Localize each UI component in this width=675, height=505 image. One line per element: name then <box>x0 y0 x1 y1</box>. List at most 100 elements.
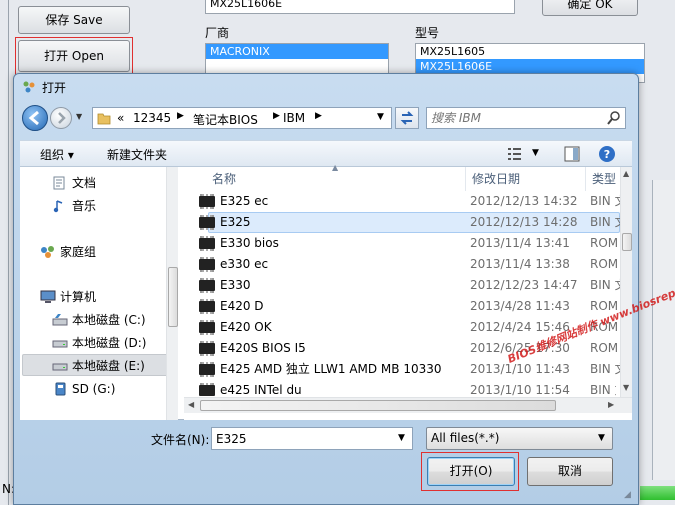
bg-model-combo-value: MX25L1606E <box>210 0 283 10</box>
search-icon <box>607 111 620 125</box>
horizontal-scrollbar-thumb[interactable] <box>200 400 556 411</box>
chip-file-icon <box>199 194 215 209</box>
file-row[interactable]: E325 ec 2012/12/13 14:32 BIN 文 <box>196 191 627 212</box>
address-navigation-bar: ▼ « 12345 ▶ 笔记本BIOS ▶ IBM ▶ ▼ <box>22 104 630 134</box>
file-type-filter[interactable]: All files(*.*) ▼ <box>426 427 613 450</box>
scroll-left-icon[interactable]: ◀ <box>188 400 194 409</box>
refresh-button[interactable] <box>395 107 419 129</box>
file-type: ROM <box>590 257 619 271</box>
sort-ascending-icon: ▲ <box>332 163 339 172</box>
nav-homegroup[interactable]: 家庭组 <box>40 242 96 262</box>
new-folder-button[interactable]: 新建文件夹 <box>107 146 167 163</box>
address-bar[interactable]: « 12345 ▶ 笔记本BIOS ▶ IBM ▶ ▼ <box>92 107 392 129</box>
forward-button[interactable] <box>50 107 72 129</box>
file-date: 2012/12/23 14:47 <box>470 278 578 292</box>
preview-pane-icon[interactable] <box>564 146 580 162</box>
file-row[interactable]: e330 ec 2013/11/4 13:38 ROM <box>196 254 619 275</box>
file-scrollbar-thumb[interactable] <box>622 233 632 251</box>
back-button[interactable] <box>22 105 48 131</box>
filename-dropdown-icon[interactable]: ▼ <box>398 433 405 443</box>
file-name: e425 INTel du <box>220 383 302 396</box>
nav-scrollbar[interactable] <box>166 167 178 420</box>
open-button-highlight <box>421 452 519 491</box>
file-row[interactable]: E330 2012/12/23 14:47 BIN 文 <box>196 275 627 296</box>
nav-drive-d[interactable]: 本地磁盘 (D:) <box>52 333 146 353</box>
breadcrumb-ibm[interactable]: IBM <box>283 111 305 125</box>
file-name: E330 bios <box>220 236 279 250</box>
chip-file-icon <box>199 362 215 377</box>
bg-model-item[interactable]: MX25L1605 <box>416 44 644 59</box>
dialog-content: 文档 音乐 家庭组 计算机 本地磁盘 (C:) 本地磁盘 (D:) 本地磁盘 (… <box>20 163 632 420</box>
filename-input[interactable] <box>216 430 386 447</box>
nav-drive-e[interactable]: 本地磁盘 (E:) <box>52 356 145 376</box>
nav-scrollbar-thumb[interactable] <box>168 267 178 327</box>
bg-vendor-label: 厂商 <box>205 26 230 40</box>
bg-model-label: 型号 <box>415 26 440 40</box>
chip-file-icon <box>199 383 215 396</box>
file-date: 2013/4/28 11:43 <box>470 299 570 313</box>
chip-file-icon <box>199 299 215 314</box>
file-type-filter-value: All files(*.*) <box>431 431 500 445</box>
bg-confirm-button[interactable]: 确定 OK <box>542 0 638 16</box>
search-box[interactable] <box>426 107 626 129</box>
music-icon <box>52 199 68 213</box>
breadcrumb-12345[interactable]: 12345 <box>133 111 171 125</box>
file-date: 2013/11/4 13:41 <box>470 236 570 250</box>
view-options-icon[interactable] <box>508 147 524 161</box>
bg-model-item-selected[interactable]: MX25L1606E <box>416 59 644 74</box>
file-row-selected[interactable]: E325 2012/12/13 14:28 BIN 文 <box>196 212 627 233</box>
cancel-button[interactable]: 取消 <box>527 457 613 486</box>
computer-icon <box>40 290 56 304</box>
file-name: E420S BIOS I5 <box>220 341 306 355</box>
open-file-dialog: 打开 ▼ « 12345 ▶ 笔记本BIOS ▶ IBM ▶ ▼ 搜索 IBM … <box>13 73 639 505</box>
organize-menu[interactable]: 组织 ▾ <box>40 146 74 163</box>
file-type: ROM <box>590 236 619 250</box>
bg-vendor-item[interactable]: MACRONIX <box>206 44 388 59</box>
nav-computer-label: 计算机 <box>60 290 97 304</box>
scroll-down-icon[interactable]: ▼ <box>623 383 629 392</box>
filename-combo[interactable]: ▼ <box>211 427 413 450</box>
nav-drive-c[interactable]: 本地磁盘 (C:) <box>52 310 146 330</box>
resize-grip-icon[interactable]: ◢ <box>624 490 631 500</box>
file-type: BIN 文 <box>590 383 616 396</box>
file-name: E420 D <box>220 299 264 313</box>
nav-drive-c-label: 本地磁盘 (C:) <box>72 313 146 327</box>
view-dropdown-icon[interactable]: ▼ <box>532 148 539 158</box>
nav-music[interactable]: 音乐 <box>52 196 96 216</box>
file-vertical-scrollbar[interactable]: ▲ ▼ <box>620 167 632 397</box>
search-input[interactable] <box>431 110 601 126</box>
nav-documents[interactable]: 文档 <box>52 173 96 193</box>
column-header-date[interactable]: 修改日期 <box>466 167 586 191</box>
dialog-title-bar[interactable]: 打开 <box>14 74 638 100</box>
history-dropdown-icon[interactable]: ▼ <box>76 112 82 121</box>
breadcrumb-sep-icon[interactable]: ▶ <box>315 111 322 121</box>
breadcrumb-sep-icon[interactable]: ▶ <box>273 111 280 121</box>
bg-progress-bar <box>640 486 675 500</box>
file-name: E325 ec <box>220 194 269 208</box>
folder-icon <box>97 111 111 125</box>
file-name: e330 ec <box>220 257 269 271</box>
breadcrumb-sep-icon[interactable]: ▶ <box>177 111 184 121</box>
help-icon[interactable]: ? <box>598 145 616 163</box>
address-dropdown-icon[interactable]: ▼ <box>377 112 384 122</box>
file-row[interactable]: e425 INTel du2013/1/10 11:54BIN 文 <box>196 380 616 396</box>
scroll-up-icon[interactable]: ▲ <box>623 169 629 178</box>
breadcrumb-bios[interactable]: 笔记本BIOS <box>193 111 258 128</box>
file-row[interactable]: E330 bios 2013/11/4 13:41 ROM <box>196 233 619 254</box>
nav-computer[interactable]: 计算机 <box>40 287 96 307</box>
filter-dropdown-icon[interactable]: ▼ <box>598 433 605 443</box>
drive-icon <box>52 336 68 350</box>
dialog-app-icon <box>22 80 36 94</box>
back-arrow-icon <box>28 110 39 126</box>
scroll-right-icon[interactable]: ▶ <box>608 400 614 409</box>
drive-icon <box>52 359 68 373</box>
file-horizontal-scrollbar[interactable]: ◀ ▶ <box>184 397 632 413</box>
forward-arrow-icon <box>58 112 66 124</box>
file-row[interactable]: E420 D 2013/4/28 11:43 ROM <box>196 296 618 317</box>
file-name: E425 AMD 独立 LLW1 AMD MB 10330 <box>220 362 442 376</box>
svg-text:?: ? <box>604 148 610 161</box>
breadcrumb-overflow[interactable]: « <box>117 111 124 125</box>
nav-sd-g[interactable]: SD (G:) <box>52 379 115 399</box>
bg-model-combo[interactable]: MX25L1606E <box>205 0 515 14</box>
bg-save-button[interactable]: 保存 Save <box>18 6 130 34</box>
